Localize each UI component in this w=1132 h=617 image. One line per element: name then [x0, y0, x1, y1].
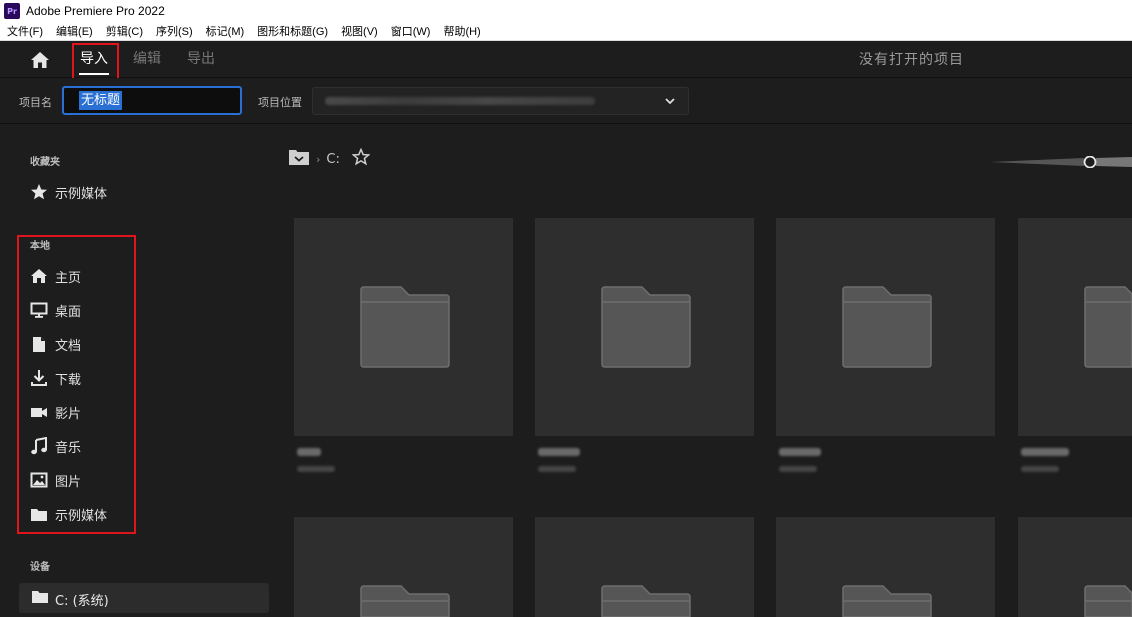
project-name-label: 项目名	[19, 96, 52, 109]
redacted-info	[779, 466, 817, 472]
chevron-down-icon	[664, 95, 676, 110]
folder-icon	[360, 585, 450, 617]
redacted-name	[1021, 448, 1069, 456]
folder-tile[interactable]	[535, 218, 754, 436]
redacted-path	[325, 97, 595, 105]
sidebar-item-label: 示例媒体	[55, 186, 108, 202]
project-name-value: 无标题	[79, 91, 123, 110]
sidebar-item-drive-c[interactable]: C: (系统)	[19, 583, 269, 613]
folder-icon	[842, 286, 932, 368]
favorite-star-icon[interactable]	[351, 147, 371, 170]
folder-menu-icon[interactable]	[288, 148, 310, 170]
redacted-info	[1021, 466, 1059, 472]
breadcrumb-drive[interactable]: C:	[326, 152, 339, 167]
annotation-box-local	[17, 235, 136, 534]
tab-edit[interactable]: 编辑	[133, 48, 161, 68]
folder-tile[interactable]	[294, 517, 513, 617]
folder-icon	[1084, 585, 1132, 617]
folder-tile[interactable]	[776, 517, 995, 617]
project-location-label: 项目位置	[258, 96, 302, 109]
project-bar: 项目名 无标题 项目位置	[0, 78, 1132, 124]
menu-view[interactable]: 视图(V)	[341, 23, 378, 39]
redacted-info	[297, 466, 335, 472]
workspace-header: 导入 编辑 导出 没有打开的项目	[0, 42, 1132, 78]
sidebar-item-sample-media-favorite[interactable]: 示例媒体	[30, 181, 107, 203]
folder-tile[interactable]	[1018, 218, 1132, 436]
menu-edit[interactable]: 编辑(E)	[56, 23, 93, 39]
thumbnail-size-slider[interactable]	[990, 153, 1132, 169]
menu-graphics[interactable]: 图形和标题(G)	[257, 23, 328, 39]
tab-export[interactable]: 导出	[187, 48, 215, 68]
devices-title: 设备	[30, 562, 50, 573]
home-icon	[31, 52, 49, 68]
menu-clip[interactable]: 剪辑(C)	[106, 23, 143, 39]
folder-icon	[601, 286, 691, 368]
redacted-name	[297, 448, 321, 456]
slider-handle	[1083, 155, 1097, 169]
redacted-name	[538, 448, 580, 456]
window-title: Adobe Premiere Pro 2022	[26, 4, 165, 18]
folder-tile[interactable]	[535, 517, 754, 617]
project-status: 没有打开的项目	[859, 52, 964, 68]
home-button[interactable]	[30, 51, 50, 69]
folder-icon	[31, 589, 49, 608]
folder-tile[interactable]	[776, 218, 995, 436]
menu-sequence[interactable]: 序列(S)	[156, 23, 193, 39]
premiere-app-icon: Pr	[4, 3, 20, 19]
redacted-name	[779, 448, 821, 456]
menu-bar: 文件(F) 编辑(E) 剪辑(C) 序列(S) 标记(M) 图形和标题(G) 视…	[0, 22, 1132, 41]
favorites-title: 收藏夹	[30, 157, 60, 168]
window-titlebar: Pr Adobe Premiere Pro 2022	[0, 0, 1132, 22]
menu-markers[interactable]: 标记(M)	[206, 23, 245, 39]
star-icon	[30, 183, 48, 201]
folder-icon	[601, 585, 691, 617]
breadcrumb: › C:	[288, 147, 371, 170]
menu-help[interactable]: 帮助(H)	[443, 23, 480, 39]
menu-window[interactable]: 窗口(W)	[391, 23, 431, 39]
drive-label: C: (系统)	[55, 594, 109, 609]
folder-tile[interactable]	[1018, 517, 1132, 617]
menu-file[interactable]: 文件(F)	[7, 23, 43, 39]
redacted-info	[538, 466, 576, 472]
folder-icon	[842, 585, 932, 617]
folder-icon	[360, 286, 450, 368]
annotation-box-import	[72, 43, 119, 83]
project-name-input[interactable]: 无标题	[62, 86, 242, 115]
breadcrumb-separator: ›	[316, 152, 321, 166]
folder-icon	[1084, 286, 1132, 368]
project-location-dropdown[interactable]	[312, 87, 689, 115]
folder-tile[interactable]	[294, 218, 513, 436]
